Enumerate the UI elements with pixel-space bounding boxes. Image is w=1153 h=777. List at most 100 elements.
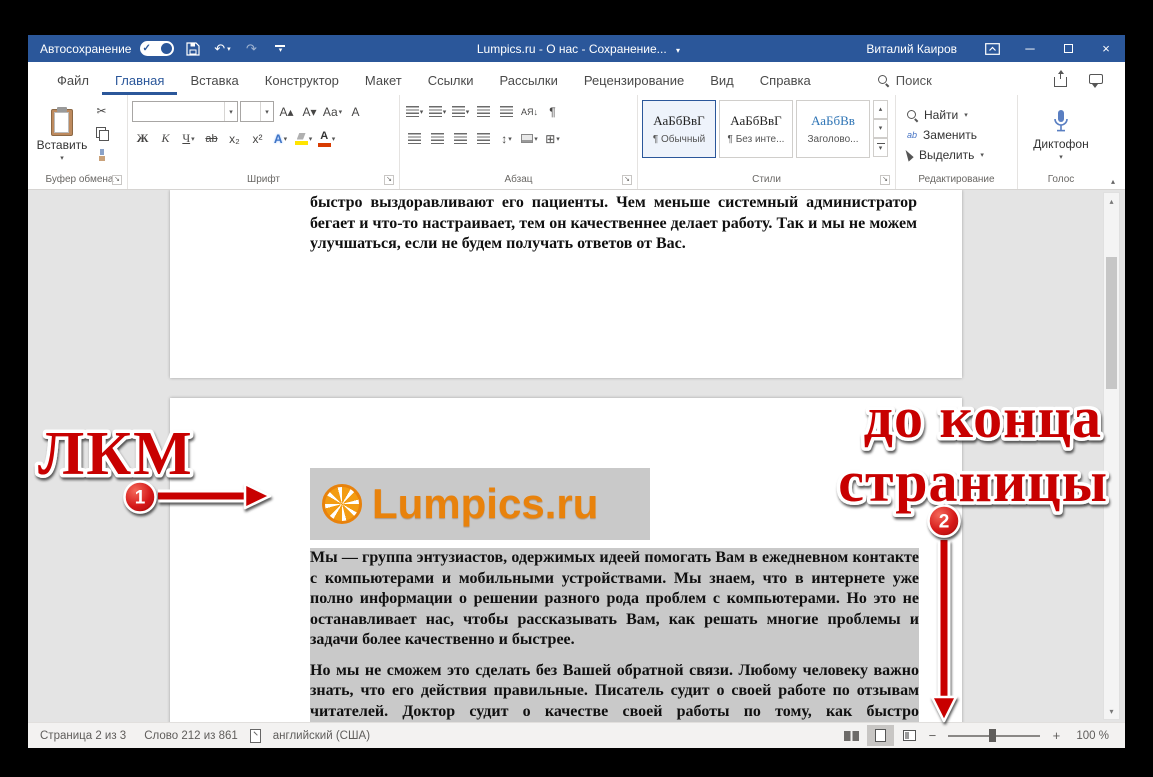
select-button[interactable]: Выделить ▾ xyxy=(907,148,1013,162)
document-canvas[interactable]: быстро выздоравливают его пациенты. Чем … xyxy=(28,190,1125,722)
print-layout-icon xyxy=(875,729,886,742)
shrink-font-button[interactable]: А▾ xyxy=(299,102,320,122)
increase-indent-button[interactable] xyxy=(496,102,517,122)
selected-logo-line[interactable]: Lumpics.ru xyxy=(310,468,650,540)
tab-insert[interactable]: Вставка xyxy=(177,65,251,95)
document-page-2[interactable]: Lumpics.ru Мы — группа энтузиастов, одер… xyxy=(170,398,962,722)
window-title[interactable]: Lumpics.ru - О нас - Сохранение... ▾ xyxy=(290,42,866,56)
numbering-button[interactable]: ▾ xyxy=(427,102,448,122)
qat-customize-button[interactable]: ▾ xyxy=(270,35,290,62)
selected-text-block[interactable]: Мы — группа энтузиастов, одержимых идеей… xyxy=(310,548,919,722)
scroll-down-arrow[interactable]: ▾ xyxy=(1104,703,1119,719)
vertical-scrollbar[interactable]: ▴ ▾ xyxy=(1103,192,1120,720)
shading-button[interactable]: ▾ xyxy=(519,129,540,149)
page-indicator[interactable]: Страница 2 из 3 xyxy=(28,730,135,742)
read-mode-button[interactable] xyxy=(838,725,865,746)
superscript-button[interactable]: х² xyxy=(247,129,268,149)
print-layout-button[interactable] xyxy=(867,725,894,746)
tab-review[interactable]: Рецензирование xyxy=(571,65,697,95)
text-effects-button[interactable]: А▾ xyxy=(270,129,291,149)
find-button[interactable]: Найти ▾ xyxy=(907,108,1013,122)
strikethrough-button[interactable]: ab xyxy=(201,129,222,149)
tab-mailings[interactable]: Рассылки xyxy=(486,65,570,95)
ribbon-display-options-button[interactable] xyxy=(973,35,1011,62)
clipboard-dialog-launcher[interactable]: ↘ xyxy=(112,175,122,185)
styles-dialog-launcher[interactable]: ↘ xyxy=(880,175,890,185)
zoom-slider[interactable] xyxy=(948,735,1040,737)
paragraph-dialog-launcher[interactable]: ↘ xyxy=(622,175,632,185)
zoom-in-button[interactable]: + xyxy=(1048,728,1064,743)
subscript-button[interactable]: х₂ xyxy=(224,129,245,149)
paste-button[interactable]: Вставить ▾ xyxy=(36,98,88,172)
justify-button[interactable] xyxy=(473,129,494,149)
borders-button[interactable]: ⊞▾ xyxy=(542,129,563,149)
line-spacing-button[interactable]: ↕▾ xyxy=(496,129,517,149)
copy-button[interactable] xyxy=(91,123,112,143)
italic-button[interactable]: К xyxy=(155,129,176,149)
scroll-up-arrow[interactable]: ▴ xyxy=(1104,193,1119,209)
font-name-combo[interactable]: ▾ xyxy=(132,101,238,122)
styles-more-button[interactable]: ▾ xyxy=(873,138,888,157)
minimize-button[interactable]: ─ xyxy=(1011,35,1049,62)
tab-view[interactable]: Вид xyxy=(697,65,747,95)
replace-button[interactable]: ab Заменить xyxy=(907,128,1013,142)
chevron-down-icon: ▾ xyxy=(676,46,680,55)
cut-button[interactable]: ✂ xyxy=(91,101,112,121)
styles-scroll-down-button[interactable]: ▾ xyxy=(873,119,888,138)
save-button[interactable] xyxy=(183,35,203,62)
highlight-color-button[interactable]: ▾ xyxy=(293,129,314,149)
format-painter-button[interactable] xyxy=(91,145,112,165)
font-dialog-launcher[interactable]: ↘ xyxy=(384,175,394,185)
document-page-1[interactable]: быстро выздоравливают его пациенты. Чем … xyxy=(170,190,962,378)
proofing-status-icon[interactable] xyxy=(249,729,262,742)
tab-layout[interactable]: Макет xyxy=(352,65,415,95)
redo-button[interactable]: ↷ xyxy=(241,35,261,62)
word-count[interactable]: Слово 212 из 861 xyxy=(135,730,247,742)
decrease-indent-button[interactable] xyxy=(473,102,494,122)
undo-button[interactable]: ↶ ▾ xyxy=(212,35,232,62)
font-color-button[interactable]: А ▾ xyxy=(316,129,337,149)
zoom-out-button[interactable]: − xyxy=(924,728,940,743)
change-case-button[interactable]: Аа▾ xyxy=(322,102,343,122)
tab-home[interactable]: Главная xyxy=(102,65,177,95)
sort-button[interactable]: АЯ↓ xyxy=(519,102,540,122)
tab-file[interactable]: Файл xyxy=(44,65,102,95)
style-no-spacing[interactable]: АаБбВвГ ¶ Без инте... xyxy=(719,100,793,158)
maximize-button[interactable] xyxy=(1049,35,1087,62)
grow-font-button[interactable]: А▴ xyxy=(276,102,297,122)
underline-button[interactable]: Ч▾ xyxy=(178,129,199,149)
language-indicator[interactable]: английский (США) xyxy=(264,730,379,742)
share-icon[interactable] xyxy=(1054,77,1067,87)
page1-paragraph[interactable]: быстро выздоравливают его пациенты. Чем … xyxy=(310,193,917,255)
page2-paragraph-1[interactable]: Мы — группа энтузиастов, одержимых идеей… xyxy=(310,548,919,651)
bold-button[interactable]: Ж xyxy=(132,129,153,149)
style-heading1[interactable]: АаБбВв Заголово... xyxy=(796,100,870,158)
close-button[interactable]: × xyxy=(1087,35,1125,62)
clear-formatting-button[interactable]: А xyxy=(345,102,366,122)
zoom-slider-thumb[interactable] xyxy=(989,729,996,742)
tab-references[interactable]: Ссылки xyxy=(415,65,487,95)
statusbar-right: − + 100 % xyxy=(837,725,1125,746)
align-right-button[interactable] xyxy=(450,129,471,149)
scrollbar-track[interactable] xyxy=(1104,209,1119,703)
comments-icon[interactable] xyxy=(1089,74,1103,84)
bullets-button[interactable]: ▾ xyxy=(404,102,425,122)
align-center-button[interactable] xyxy=(427,129,448,149)
tab-help[interactable]: Справка xyxy=(747,65,824,95)
dictate-button[interactable]: Диктофон ▾ xyxy=(1033,109,1088,161)
font-size-combo[interactable]: ▾ xyxy=(240,101,274,122)
multilevel-list-button[interactable]: ▾ xyxy=(450,102,471,122)
zoom-percentage[interactable]: 100 % xyxy=(1064,730,1109,742)
search-box[interactable]: Поиск xyxy=(870,65,940,95)
scrollbar-thumb[interactable] xyxy=(1106,257,1117,389)
page2-paragraph-2[interactable]: Но мы не сможем это сделать без Вашей об… xyxy=(310,661,919,723)
show-paragraph-marks-button[interactable]: ¶ xyxy=(542,102,563,122)
styles-scroll-up-button[interactable]: ▴ xyxy=(873,100,888,119)
web-layout-button[interactable] xyxy=(896,725,923,746)
collapse-ribbon-button[interactable]: ▴ xyxy=(1111,177,1115,186)
align-left-button[interactable] xyxy=(404,129,425,149)
user-name[interactable]: Виталий Каиров xyxy=(866,42,957,56)
tab-design[interactable]: Конструктор xyxy=(252,65,352,95)
style-normal[interactable]: АаБбВвГ ¶ Обычный xyxy=(642,100,716,158)
autosave-toggle[interactable]: ✓ xyxy=(140,41,174,56)
